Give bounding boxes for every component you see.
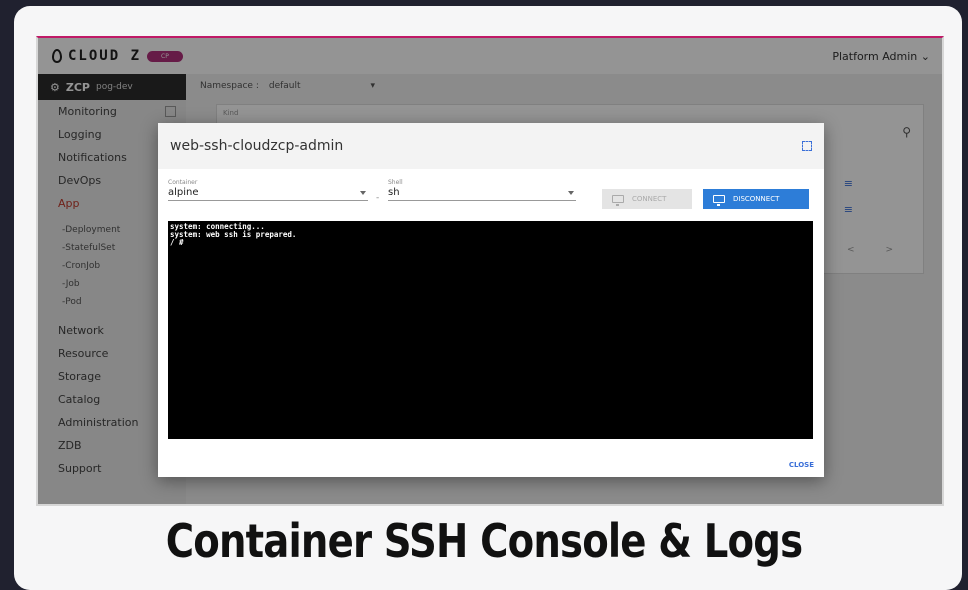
app-screenshot: CLOUD Z CP Platform Admin ⌄ ⚙ ZCP pog-de… [36, 36, 944, 506]
shell-field[interactable]: Shell sh [388, 179, 576, 201]
disconnect-label: DISCONNECT [733, 195, 780, 203]
disconnect-button[interactable]: DISCONNECT [703, 189, 809, 209]
container-field[interactable]: Container alpine [168, 179, 368, 201]
container-select[interactable]: alpine [168, 186, 368, 201]
slide-caption: Container SSH Console & Logs [165, 514, 803, 568]
shell-value: sh [388, 187, 400, 198]
shell-select[interactable]: sh [388, 186, 576, 201]
monitor-icon [612, 195, 624, 206]
container-value: alpine [168, 187, 199, 198]
shell-label: Shell [388, 179, 403, 186]
connect-label: CONNECT [632, 195, 667, 203]
close-button[interactable]: CLOSE [789, 461, 814, 469]
dialog-header: web-ssh-cloudzcp-admin [158, 123, 824, 169]
connect-button[interactable]: CONNECT [602, 189, 692, 209]
dialog-title: web-ssh-cloudzcp-admin [170, 138, 344, 154]
chevron-down-icon [568, 191, 574, 195]
fullscreen-icon[interactable] [802, 141, 812, 151]
terminal-output[interactable]: system: connecting... system: web ssh is… [168, 221, 813, 439]
separator-dash: - [376, 193, 380, 203]
monitor-icon [713, 195, 725, 206]
container-label: Container [168, 179, 198, 186]
ssh-dialog: web-ssh-cloudzcp-admin Container alpine … [158, 123, 824, 477]
chevron-down-icon [360, 191, 366, 195]
